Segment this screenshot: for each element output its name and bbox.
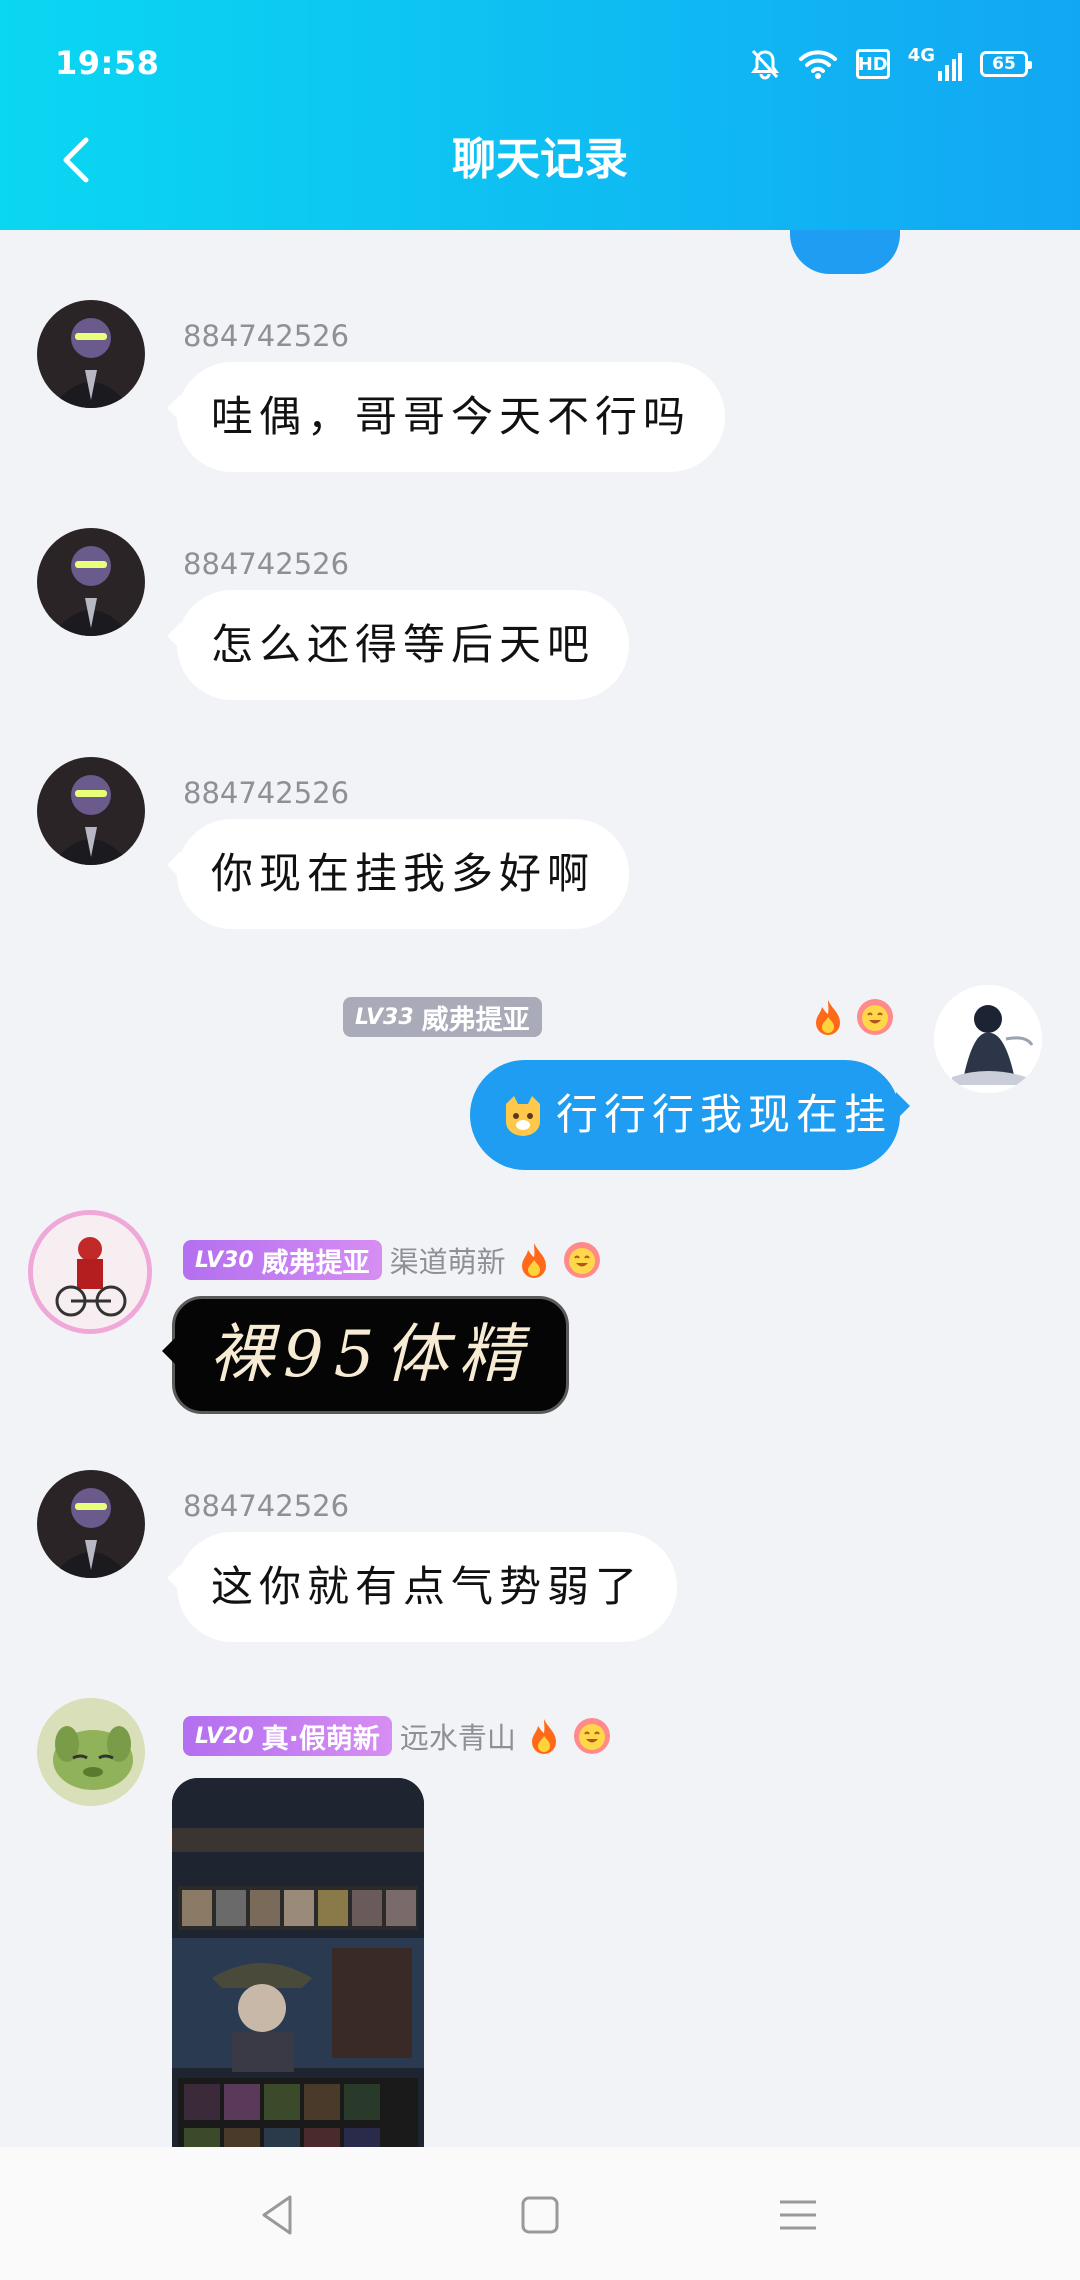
fire-icon	[521, 1243, 546, 1278]
sender-name: 884742526	[183, 319, 350, 353]
message-bubble-self[interactable]: 行行行我现在挂	[470, 1060, 910, 1170]
header: 19:58 HD 4G 65 聊天记录	[0, 0, 1080, 230]
smiley-badge-icon	[563, 1242, 600, 1278]
wifi-icon	[798, 50, 837, 79]
sender-name: 884742526	[183, 776, 350, 810]
level-badge: LV33 威弗提亚	[343, 997, 542, 1037]
message-item-self: LV33 威弗提亚 行行行我现在挂	[0, 985, 1080, 1205]
message-item: 884742526 这你就有点气势弱了	[0, 1470, 1080, 1670]
message-item: 884742526 你现在挂我多好啊	[0, 757, 1080, 957]
avatar[interactable]	[28, 1210, 152, 1334]
message-bubble[interactable]: 裸95体精	[161, 1296, 570, 1414]
sender-name: 884742526	[183, 1489, 350, 1523]
previous-bubble-fragment	[790, 230, 900, 274]
fire-icon	[816, 1000, 840, 1035]
fire-icon	[531, 1719, 556, 1754]
hd-badge: HD	[855, 49, 890, 79]
home-nav-icon[interactable]	[510, 2185, 570, 2245]
level-badge: LV20 真·假萌新	[183, 1716, 392, 1756]
sender-name: 884742526	[183, 547, 350, 581]
image-message[interactable]	[172, 1778, 424, 2147]
status-icons: HD 4G 65	[750, 44, 1032, 84]
avatar[interactable]	[37, 300, 145, 408]
message-list[interactable]: 884742526 哇偶，哥哥今天不行吗 884742526 怎么还得等后天吧 …	[0, 230, 1080, 2147]
signal-icon: 4G	[908, 47, 962, 81]
message-bubble[interactable]: 怎么还得等后天吧	[166, 590, 630, 700]
level-value: LV30	[195, 1247, 254, 1273]
system-nav-bar	[0, 2147, 1080, 2280]
smiley-badge-icon	[573, 1718, 610, 1754]
message-bubble[interactable]: 这你就有点气势弱了	[166, 1532, 678, 1642]
avatar-self[interactable]	[934, 985, 1042, 1093]
page-title: 聊天记录	[452, 134, 628, 185]
menu-nav-icon[interactable]	[768, 2185, 828, 2245]
avatar[interactable]	[37, 528, 145, 636]
message-bubble[interactable]: 哇偶，哥哥今天不行吗	[166, 362, 726, 472]
level-title: 威弗提亚	[421, 1004, 530, 1036]
sender-meta: LV20 真·假萌新 远水青山	[183, 1716, 612, 1756]
message-item: 884742526 哇偶，哥哥今天不行吗	[0, 300, 1080, 500]
bell-off-icon	[750, 49, 779, 80]
sender-name: 渠道萌新	[389, 1245, 506, 1279]
level-title: 真·假萌新	[261, 1723, 380, 1755]
sender-name: 远水青山	[399, 1721, 516, 1755]
message-item: 884742526 怎么还得等后天吧	[0, 528, 1080, 728]
back-nav-icon[interactable]	[250, 2185, 310, 2245]
battery-indicator: 65	[980, 51, 1032, 77]
avatar[interactable]	[37, 1470, 145, 1578]
level-title: 威弗提亚	[261, 1247, 370, 1279]
avatar[interactable]	[37, 1698, 145, 1806]
level-badge: LV30 威弗提亚	[183, 1240, 382, 1280]
smiley-badge-icon	[857, 999, 893, 1035]
message-item: LV20 真·假萌新 远水青山	[0, 1698, 1080, 2147]
message-bubble[interactable]: 你现在挂我多好啊	[166, 819, 630, 929]
cat-emoji-icon	[506, 1096, 540, 1136]
sender-meta: LV30 威弗提亚 渠道萌新	[183, 1240, 602, 1280]
message-text: 行行行我现在挂	[556, 1090, 893, 1139]
network-type: 4G	[907, 45, 935, 66]
level-value: LV20	[195, 1723, 254, 1749]
status-time: 19:58	[55, 44, 160, 82]
message-item: LV30 威弗提亚 渠道萌新 裸95体精	[0, 1210, 1080, 1470]
self-meta: LV33 威弗提亚	[343, 997, 542, 1037]
level-value: LV33	[355, 1004, 414, 1030]
avatar[interactable]	[37, 757, 145, 865]
